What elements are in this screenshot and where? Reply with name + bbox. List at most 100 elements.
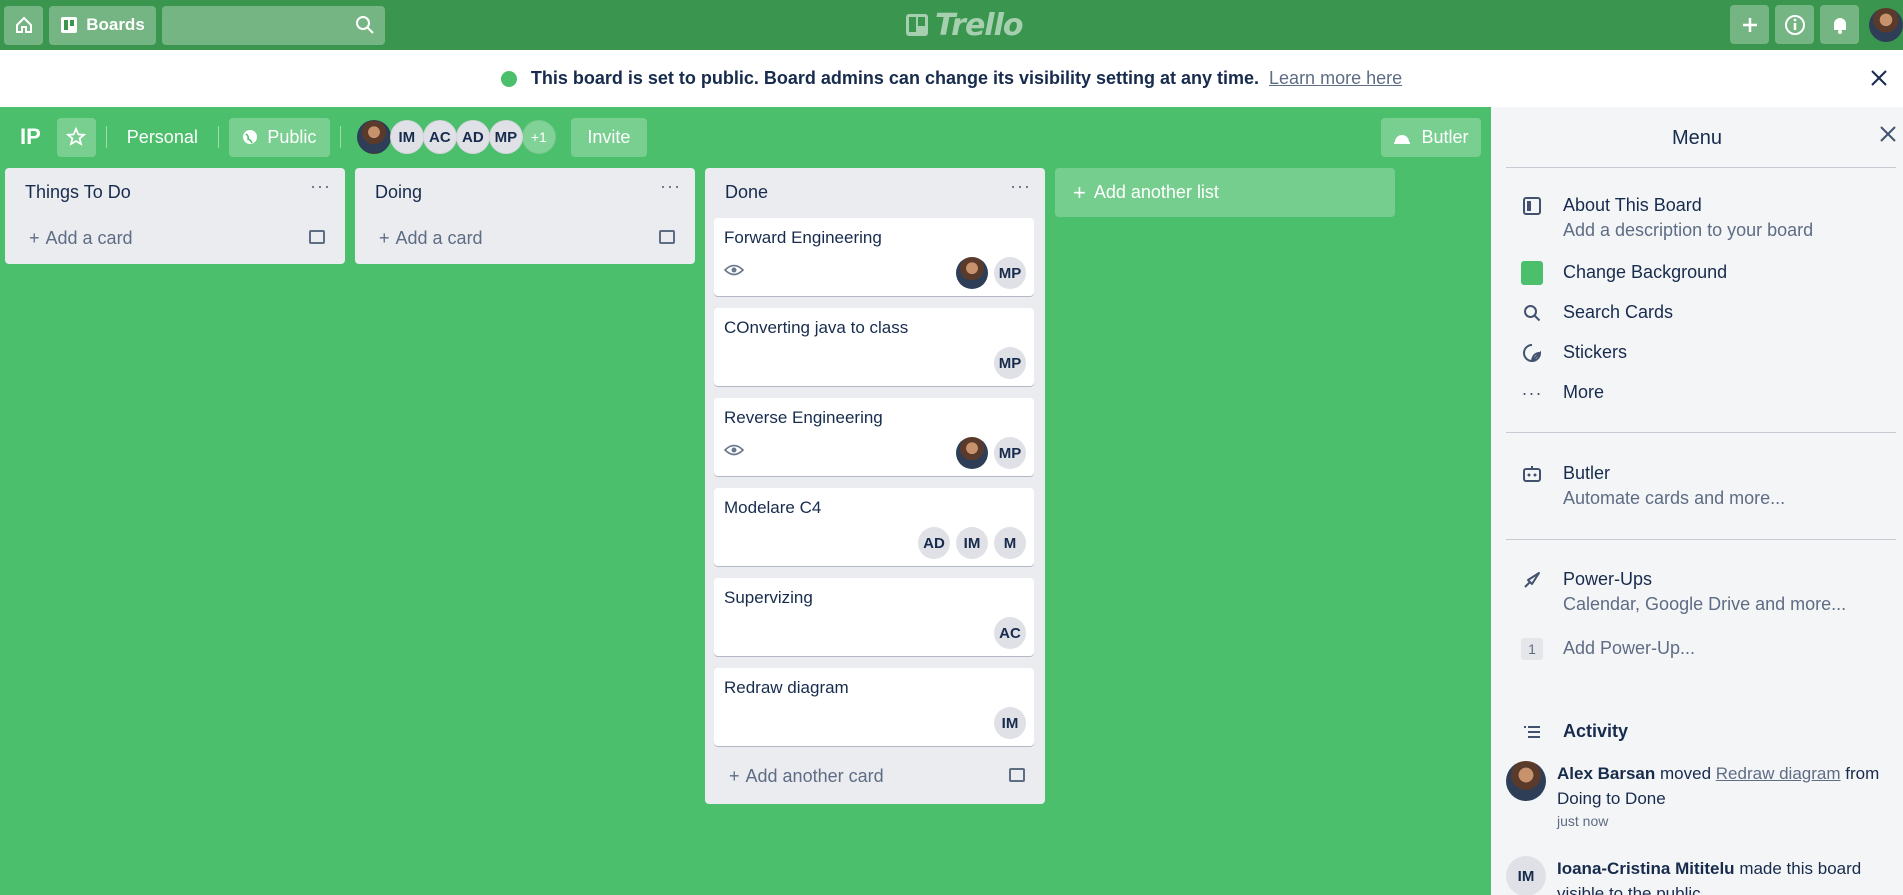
activity-list-icon (1521, 721, 1543, 743)
activity-entry: Alex Barsan moved Redraw diagram from Do… (1506, 761, 1891, 831)
card[interactable]: COnverting java to class MP (714, 308, 1034, 386)
list-menu-button[interactable]: ··· (1010, 176, 1031, 197)
board-name[interactable]: IP (20, 124, 41, 150)
more-members-button[interactable]: +1 (521, 120, 556, 154)
butler-title: Butler (1563, 463, 1611, 483)
banner-close-button[interactable] (1865, 64, 1893, 92)
search-cards-item[interactable]: Search Cards (1521, 302, 1673, 324)
card-title: Forward Engineering (724, 228, 882, 247)
robot-icon (1521, 463, 1543, 485)
card-members: AC (994, 617, 1026, 649)
menu-divider (1506, 539, 1896, 540)
header-divider (105, 126, 107, 148)
butler-item[interactable]: Butler Automate cards and more... (1521, 463, 1785, 509)
notifications-button[interactable] (1820, 5, 1859, 44)
watching-eye-icon (723, 263, 745, 282)
plus-icon: + (29, 228, 40, 248)
card-template-icon[interactable] (309, 230, 325, 244)
home-button[interactable] (4, 5, 43, 45)
card[interactable]: Redraw diagram IM (714, 668, 1034, 746)
more-label: More (1563, 382, 1605, 402)
about-board-item[interactable]: About This Board Add a description to yo… (1521, 195, 1813, 241)
card-member-avatar[interactable]: M (994, 527, 1026, 559)
card[interactable]: Modelare C4 AD IM M (714, 488, 1034, 566)
add-card-label: Add a card (395, 228, 483, 248)
plus-icon: + (379, 228, 390, 248)
activity-avatar[interactable]: IM (1506, 856, 1546, 895)
card[interactable]: Forward Engineering MP (714, 218, 1034, 296)
activity-user[interactable]: Ioana-Cristina Mititelu (1557, 859, 1735, 878)
member-avatar[interactable]: AD (455, 120, 490, 154)
globe-icon (243, 130, 258, 144)
banner-message: This board is set to public. Board admin… (530, 68, 1260, 88)
list-things-to-do: Things To Do ··· + Add a card (5, 168, 345, 264)
list-menu-button[interactable]: ··· (660, 176, 681, 197)
add-list-button[interactable]: + Add another list (1055, 168, 1395, 217)
add-card-label: Add a card (45, 228, 133, 248)
member-avatar[interactable]: IM (389, 120, 424, 154)
card-member-avatar[interactable]: MP (994, 257, 1026, 289)
activity-time[interactable]: just now (1557, 811, 1891, 831)
home-icon (15, 16, 32, 33)
about-board-subtitle: Add a description to your board (1563, 220, 1814, 240)
menu-close-button[interactable] (1879, 125, 1897, 148)
list-title[interactable]: Doing (375, 182, 422, 203)
add-power-up-item[interactable]: 1 Add Power-Up... (1521, 638, 1695, 660)
activity-avatar[interactable] (1506, 761, 1546, 801)
card-template-icon[interactable] (659, 230, 675, 244)
card-title: Modelare C4 (724, 498, 822, 517)
list-done: Done ··· Forward Engineering MP COnverti… (705, 168, 1045, 804)
learn-more-link[interactable]: Learn more here (1269, 68, 1402, 89)
card-member-avatar[interactable]: AD (918, 527, 950, 559)
change-background-item[interactable]: Change Background (1521, 261, 1728, 285)
activity-text: Alex Barsan moved Redraw diagram from Do… (1557, 761, 1891, 831)
trello-logo-text: Trello (935, 7, 1023, 43)
list-title[interactable]: Done (725, 182, 768, 203)
activity-user[interactable]: Alex Barsan (1557, 764, 1655, 783)
more-dots-icon: ··· (1521, 382, 1543, 403)
boards-button[interactable]: Boards (49, 5, 156, 45)
user-avatar[interactable] (1869, 7, 1903, 42)
add-card-button[interactable]: + Add a card (379, 228, 483, 249)
card[interactable]: Reverse Engineering MP (714, 398, 1034, 476)
card-member-avatar[interactable] (956, 257, 988, 289)
add-list-label: Add another list (1093, 182, 1219, 202)
butler-button[interactable]: Butler (1381, 118, 1481, 157)
activity-card-link[interactable]: Redraw diagram (1716, 764, 1841, 783)
star-button[interactable] (56, 117, 96, 157)
visibility-button[interactable]: Public (228, 117, 330, 157)
list-menu-button[interactable]: ··· (310, 176, 331, 197)
team-button[interactable]: Personal (117, 127, 208, 148)
change-background-label: Change Background (1563, 262, 1728, 282)
background-swatch-icon (1521, 261, 1543, 285)
member-avatar[interactable]: MP (488, 120, 523, 154)
search-input[interactable] (162, 5, 385, 45)
card-member-avatar[interactable]: MP (994, 347, 1026, 379)
member-avatar[interactable]: AC (422, 120, 457, 154)
trello-logo[interactable]: Trello (905, 6, 1023, 44)
boards-label: Boards (86, 15, 145, 34)
card-member-avatar[interactable]: IM (994, 707, 1026, 739)
card-members: MP (956, 257, 1026, 289)
invite-button[interactable]: Invite (570, 117, 647, 157)
butler-bell-icon (1394, 134, 1411, 144)
header-divider (339, 126, 341, 148)
add-card-button[interactable]: + Add a card (29, 228, 133, 249)
stickers-item[interactable]: Stickers (1521, 342, 1627, 364)
member-avatar[interactable] (356, 120, 391, 154)
add-card-button[interactable]: + Add another card (729, 766, 884, 787)
rocket-icon (1521, 569, 1543, 591)
more-item[interactable]: ··· More (1521, 382, 1605, 404)
create-button[interactable] (1730, 5, 1769, 44)
info-button[interactable] (1775, 5, 1814, 44)
card-member-avatar[interactable]: IM (956, 527, 988, 559)
card-member-avatar[interactable]: MP (994, 437, 1026, 469)
card-member-avatar[interactable] (956, 437, 988, 469)
close-icon (1871, 70, 1887, 86)
card[interactable]: Supervizing AC (714, 578, 1034, 656)
power-ups-item[interactable]: Power-Ups Calendar, Google Drive and mor… (1521, 569, 1846, 615)
card-template-icon[interactable] (1009, 768, 1025, 782)
card-member-avatar[interactable]: AC (994, 617, 1026, 649)
plus-icon: + (1073, 179, 1086, 205)
list-title[interactable]: Things To Do (25, 182, 131, 203)
